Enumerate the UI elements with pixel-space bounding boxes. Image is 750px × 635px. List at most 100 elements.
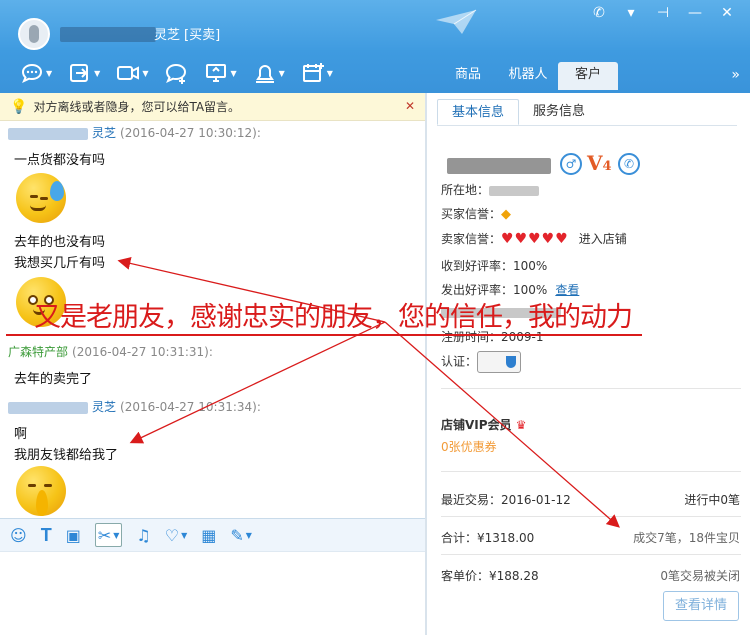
tab-service-info[interactable]: 服务信息 <box>519 99 599 125</box>
paper-plane-icon <box>436 9 477 34</box>
message-header: 灵芝 (2016-04-27 10:31:34): <box>8 398 261 415</box>
crying-emoji-icon <box>16 466 66 516</box>
tab-products[interactable]: 商品 <box>438 62 498 88</box>
message-header: 灵芝 (2016-04-27 10:30:12): <box>8 124 261 141</box>
sender-name: 灵芝 <box>8 126 116 140</box>
coupon-count[interactable]: 0张优惠券 <box>441 438 497 455</box>
closed-count: 0笔交易被关闭 <box>660 569 740 583</box>
divider <box>441 388 741 389</box>
message-time: (2016-04-27 10:31:31): <box>72 345 213 359</box>
more-tabs-icon[interactable]: » <box>731 67 740 83</box>
video-icon <box>117 66 140 80</box>
chevron-down-icon[interactable]: ▼ <box>46 69 52 78</box>
tab-robot[interactable]: 机器人 <box>498 62 558 88</box>
quick-reply-button[interactable]: ✎ ▼ <box>230 523 252 547</box>
chat-toolbar: ▼ ▼ ▼ ▼ ▼ ▼ <box>20 60 333 86</box>
phone-icon[interactable]: ✆ <box>618 153 640 175</box>
sender-name: 广森特产部 <box>8 345 69 359</box>
in-progress-count: 进行中0笔 <box>684 493 740 507</box>
recent-trade: 最近交易：2016-01-12 <box>441 493 571 507</box>
sender-name: 灵芝 <box>8 400 116 414</box>
crown-icon: ♛ <box>515 418 527 432</box>
sweat-emoji-icon <box>16 173 66 223</box>
image-button[interactable]: ▣ <box>66 523 81 547</box>
hearts-icon: ♥♥♥♥♥ <box>501 231 569 247</box>
chevron-down-icon[interactable]: ▼ <box>246 531 252 540</box>
minimize-icon[interactable]: — <box>686 5 704 21</box>
vip-member-label: 店铺VIP会员 ♛ <box>441 418 527 432</box>
avatar[interactable] <box>18 18 50 50</box>
close-icon[interactable]: ✕ <box>718 5 736 21</box>
chevron-down-icon[interactable]: ▼ <box>113 531 119 540</box>
buyer-credit-row: 买家信誉：◆ <box>441 207 512 222</box>
calendar-add-button[interactable]: ▼ <box>301 60 333 86</box>
nudge-button[interactable]: ♫ <box>136 523 150 547</box>
message-time: (2016-04-27 10:31:34): <box>120 400 261 414</box>
enter-shop-link[interactable]: 进入店铺 <box>579 232 627 246</box>
contact-title: 灵芝 [买卖] <box>154 24 220 43</box>
remote-desktop-button[interactable]: ▼ <box>204 60 237 86</box>
customer-name-blurred <box>447 158 551 174</box>
male-gender-icon: ♂ <box>560 153 582 175</box>
divider <box>441 554 741 555</box>
screenshot-scissors-icon: ✂ <box>97 525 112 545</box>
header-tabs: 商品 机器人 客户 <box>438 62 618 90</box>
add-chat-button[interactable] <box>164 60 188 86</box>
annotation-text: 又是老朋友，感谢忠实的朋友，您的信任，我的动力 <box>6 295 642 336</box>
offline-notice: 💡 对方离线或者隐身，您可以给TA留言。 ✕ <box>0 93 425 121</box>
divider <box>441 516 741 517</box>
calculator-button[interactable]: ▦ <box>201 523 216 547</box>
alarm-button[interactable]: ▼ <box>253 60 285 86</box>
chevron-down-icon[interactable]: ▼ <box>142 69 148 78</box>
vip-level-badge: V4 <box>587 151 612 175</box>
heart-button[interactable]: ♡ ▼ <box>165 523 188 547</box>
calculator-icon: ▦ <box>201 525 217 545</box>
message-text: 我想买几斤有吗 <box>14 256 106 271</box>
phone-icon[interactable]: ✆ <box>590 5 608 21</box>
chat-bubble-button[interactable]: ▼ <box>20 60 52 86</box>
notice-text: 对方离线或者隐身，您可以给TA留言。 <box>33 100 241 114</box>
emoji-icon: ☺ <box>10 525 27 545</box>
certification-row: 认证： <box>441 351 522 373</box>
location-row: 所在地： <box>441 181 540 198</box>
send-file-icon <box>70 64 89 82</box>
calendar-add-icon <box>302 63 324 82</box>
customer-info-panel: 基本信息 服务信息 ♂ V4 ✆ 所在地： 买家信誉：◆ 卖家信誉：♥♥♥♥♥ 进… <box>427 93 750 635</box>
message-text: 去年的也没有吗 <box>14 235 106 250</box>
message-text: 啊 <box>14 427 28 442</box>
screenshot-button[interactable]: ✂ ▼ <box>94 523 123 547</box>
pin-icon[interactable]: ⊣ <box>654 5 672 21</box>
chevron-down-icon[interactable]: ▼ <box>230 69 236 78</box>
quick-reply-icon: ✎ <box>230 525 244 545</box>
message-text: 我朋友钱都给我了 <box>14 448 119 463</box>
emoji-button[interactable]: ☺ <box>10 523 27 547</box>
chevron-down-icon[interactable]: ▼ <box>327 69 333 78</box>
message-text: 去年的卖完了 <box>14 372 93 387</box>
chevron-down-icon[interactable]: ▼ <box>181 531 187 540</box>
contact-name: 灵芝 <box>154 28 181 43</box>
remote-desktop-icon <box>206 64 227 82</box>
deal-count: 成交7笔，18件宝贝 <box>633 531 740 545</box>
avg-order-value: 客单价：¥188.28 <box>441 569 539 583</box>
chevron-down-icon[interactable]: ▼ <box>94 69 100 78</box>
dropdown-icon[interactable]: ▾ <box>622 5 640 21</box>
message-input[interactable] <box>0 552 425 635</box>
view-details-button[interactable]: 查看详情 <box>663 591 739 621</box>
tab-basic-info[interactable]: 基本信息 <box>437 99 520 125</box>
tab-customer[interactable]: 客户 <box>558 62 618 90</box>
chat-bubble-icon <box>21 63 43 83</box>
nudge-bell-icon: ♫ <box>136 525 151 545</box>
send-file-button[interactable]: ▼ <box>68 60 100 86</box>
close-notice-icon[interactable]: ✕ <box>405 99 415 113</box>
chevron-down-icon[interactable]: ▼ <box>279 69 285 78</box>
received-rating-row: 收到好评率：100% <box>441 259 548 273</box>
diamond-icon: ◆ <box>501 207 512 222</box>
message-text: 一点货都没有吗 <box>14 153 106 168</box>
message-time: (2016-04-27 10:30:12): <box>120 126 261 140</box>
contact-role-tag: [买卖] <box>184 28 221 43</box>
image-icon: ▣ <box>65 525 81 545</box>
sender-name-blurred <box>8 401 88 414</box>
video-button[interactable]: ▼ <box>116 60 148 86</box>
font-button[interactable]: T <box>41 523 52 547</box>
heart-icon: ♡ <box>164 525 180 545</box>
